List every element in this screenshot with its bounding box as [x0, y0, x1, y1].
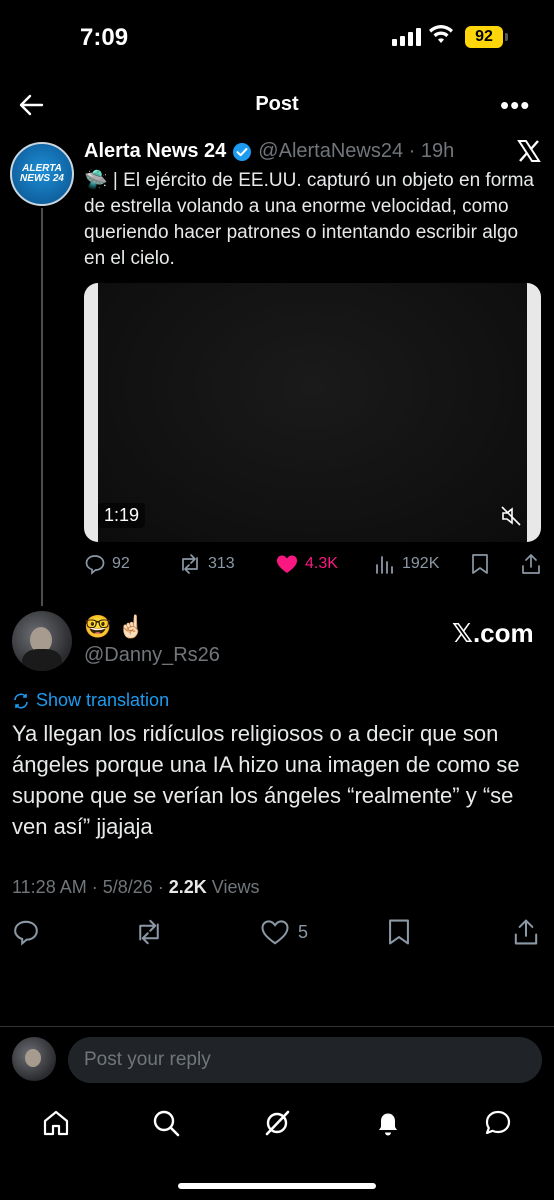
- battery-indicator: 92: [465, 26, 503, 48]
- views-icon: [376, 556, 393, 574]
- show-translation-link[interactable]: Show translation: [12, 690, 169, 711]
- views-count: 192K: [402, 555, 440, 572]
- main-reply-button[interactable]: [12, 918, 40, 946]
- video-frame: [98, 283, 527, 542]
- bottom-tab-bar: [0, 1100, 554, 1150]
- wifi-icon: [429, 25, 453, 43]
- like-icon: [277, 555, 297, 573]
- home-indicator: [178, 1183, 376, 1189]
- avatar-danny[interactable]: [12, 611, 72, 671]
- divider: [0, 1026, 554, 1027]
- quoted-text: 🛸 | El ejército de EE.UU. capturó un obj…: [84, 170, 534, 269]
- reply-placeholder: Post your reply: [84, 1049, 211, 1070]
- composer-avatar: [12, 1037, 56, 1081]
- messages-icon[interactable]: [483, 1108, 513, 1138]
- reply-text: Ya llegan los ridículos religiosos o a d…: [12, 721, 520, 839]
- repost-icon: [182, 554, 198, 574]
- battery-tip: [505, 33, 508, 41]
- views-button[interactable]: 192K: [374, 553, 439, 575]
- share-icon: [514, 919, 538, 945]
- like-icon: [261, 920, 289, 945]
- status-time: 7:09: [80, 24, 129, 51]
- repost-icon: [139, 919, 159, 945]
- mute-icon[interactable]: [499, 504, 523, 528]
- main-like-button[interactable]: 5: [260, 918, 308, 946]
- source-label: 𝕏.com: [452, 618, 534, 648]
- x-logo-icon: [517, 140, 541, 162]
- show-translation-label: Show translation: [36, 690, 170, 710]
- thread-line: [41, 208, 43, 606]
- avatar-body: [22, 649, 62, 671]
- reply-count: 92: [112, 555, 130, 572]
- signal-icon: [392, 28, 421, 46]
- quoted-action-bar: 92 313 4.3K 192K: [84, 553, 544, 581]
- video-player[interactable]: 1:19: [84, 283, 541, 542]
- more-icon[interactable]: •••: [500, 90, 530, 121]
- main-action-bar: 5: [12, 918, 542, 948]
- grok-icon[interactable]: [262, 1108, 292, 1138]
- reply-icon: [85, 555, 105, 575]
- main-share-button[interactable]: [512, 918, 540, 946]
- bookmark-button[interactable]: [470, 553, 490, 575]
- share-icon: [522, 554, 540, 574]
- share-button[interactable]: [520, 553, 542, 575]
- reply-icon: [14, 920, 38, 946]
- views-total: 2.2K: [168, 877, 207, 897]
- views-label: Views: [206, 877, 260, 897]
- repost-count: 313: [208, 555, 235, 572]
- like-count: 4.3K: [305, 555, 338, 572]
- reply-input[interactable]: Post your reply: [68, 1037, 542, 1083]
- post-header: Post •••: [0, 80, 554, 130]
- repost-button[interactable]: 313: [178, 553, 235, 575]
- post-timestamp: 11:28 AM · 5/8/26 ·: [12, 877, 169, 897]
- bell-icon[interactable]: [373, 1108, 403, 1138]
- video-duration: 1:19: [98, 503, 146, 528]
- author-name: Alerta News 24: [84, 140, 227, 162]
- status-bar: 7:09 92: [0, 0, 554, 76]
- like-button[interactable]: 4.3K: [275, 553, 338, 575]
- verified-icon: [233, 142, 252, 161]
- page-title: Post: [255, 93, 299, 115]
- bookmark-icon: [389, 919, 409, 945]
- main-like-count: 5: [298, 921, 309, 942]
- author-handle-time: @AlertaNews24 · 19h: [258, 140, 455, 162]
- main-bookmark-button[interactable]: [386, 918, 412, 946]
- avatar-alerta-news[interactable]: ALERTA NEWS 24: [10, 142, 74, 206]
- quoted-author[interactable]: Alerta News 24 @AlertaNews24 · 19h: [84, 140, 454, 163]
- translate-icon: [14, 693, 28, 708]
- bookmark-icon: [472, 554, 488, 574]
- post-meta: 11:28 AM · 5/8/26 · 2.2K Views: [12, 877, 260, 898]
- home-icon[interactable]: [41, 1108, 71, 1138]
- search-icon[interactable]: [151, 1108, 181, 1138]
- reply-button[interactable]: 92: [84, 553, 130, 575]
- composer-avatar-face: [25, 1049, 41, 1067]
- author-handle[interactable]: @Danny_Rs26: [84, 644, 220, 667]
- author-display-name[interactable]: 🤓 ☝🏻: [84, 614, 145, 640]
- avatar-logo-text-2: NEWS 24: [20, 173, 64, 184]
- main-repost-button[interactable]: [134, 918, 164, 946]
